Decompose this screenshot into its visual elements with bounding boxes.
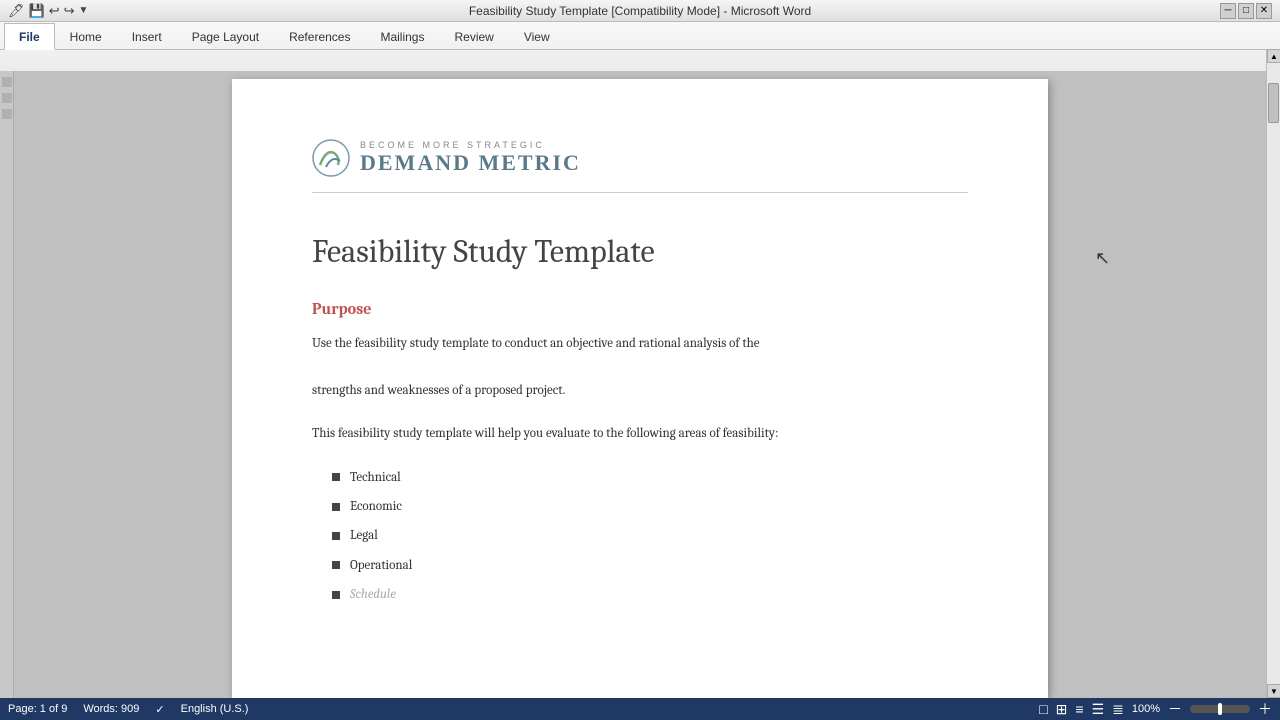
undo-icon[interactable]: ↩ <box>49 3 60 19</box>
zoom-out-icon[interactable]: － <box>1168 699 1182 719</box>
list-item-text: Legal <box>350 524 378 547</box>
tab-pagelayout[interactable]: Page Layout <box>177 23 274 50</box>
status-right: □ ⊞ ≡ ☰ ≣ 100% － ＋ <box>1039 699 1272 719</box>
list-item-text: Technical <box>350 466 401 489</box>
word-icon: 🖊 <box>8 3 25 19</box>
tab-file[interactable]: File <box>4 23 55 50</box>
logo-tagline: Become More Strategic <box>360 140 581 150</box>
minimize-button[interactable]: ─ <box>1220 3 1236 19</box>
list-item: Operational <box>332 554 968 577</box>
logo-icon <box>312 139 350 177</box>
sidebar-tool-2[interactable] <box>2 93 12 103</box>
window-controls[interactable]: ─ □ ✕ <box>1220 3 1272 19</box>
view-web-icon[interactable]: ≡ <box>1075 701 1083 717</box>
purpose-heading: Purpose <box>312 300 968 318</box>
bullet-icon <box>332 532 340 540</box>
logo-name: Demand Metric <box>360 150 581 176</box>
tab-references[interactable]: References <box>274 23 365 50</box>
sidebar-tool-3[interactable] <box>2 109 12 119</box>
logo-text: Become More Strategic Demand Metric <box>360 140 581 176</box>
status-left: Page: 1 of 9 Words: 909 ✓ English (U.S.) <box>8 703 248 716</box>
status-bar: Page: 1 of 9 Words: 909 ✓ English (U.S.)… <box>0 698 1280 720</box>
left-sidebar <box>0 71 14 698</box>
ribbon-content-area <box>0 50 1280 72</box>
redo-icon[interactable]: ↪ <box>64 3 75 19</box>
list-item: Schedule <box>332 583 968 606</box>
view-draft-icon[interactable]: ≣ <box>1112 701 1124 718</box>
document-area: Become More Strategic Demand Metric Feas… <box>14 71 1266 698</box>
word-count: Words: 909 <box>83 703 139 715</box>
spelling-icon[interactable]: ✓ <box>155 703 164 716</box>
tab-review[interactable]: Review <box>439 23 508 50</box>
scroll-down-button[interactable]: ▼ <box>1267 684 1280 698</box>
language: English (U.S.) <box>181 703 249 715</box>
bullet-icon <box>332 503 340 511</box>
zoom-percentage: 100% <box>1132 703 1160 715</box>
tab-insert[interactable]: Insert <box>117 23 177 50</box>
tab-mailings[interactable]: Mailings <box>365 23 439 50</box>
ribbon: File Home Insert Page Layout References … <box>0 22 1280 73</box>
view-print-icon[interactable]: □ <box>1039 701 1047 717</box>
ribbon-tabs: File Home Insert Page Layout References … <box>0 22 1280 50</box>
logo-area: Become More Strategic Demand Metric <box>312 139 968 193</box>
list-item-text: Operational <box>350 554 412 577</box>
scrollbar-thumb[interactable] <box>1268 83 1279 123</box>
page-info: Page: 1 of 9 <box>8 703 67 715</box>
list-item-text: Economic <box>350 495 402 518</box>
window-title: Feasibility Study Template [Compatibilit… <box>469 4 811 18</box>
document-page: Become More Strategic Demand Metric Feas… <box>232 79 1048 698</box>
close-button[interactable]: ✕ <box>1256 3 1272 19</box>
paragraph-1: Use the feasibility study template to co… <box>312 332 968 402</box>
customize-icon[interactable]: ▼ <box>79 5 89 16</box>
save-icon[interactable]: 💾 <box>29 3 45 19</box>
sidebar-tool-1[interactable] <box>2 77 12 87</box>
list-item-text: Schedule <box>350 583 396 606</box>
quick-access-toolbar[interactable]: 🖊 💾 ↩ ↪ ▼ <box>8 3 88 19</box>
document-title: Feasibility Study Template <box>312 233 968 270</box>
bullet-icon <box>332 561 340 569</box>
bullet-list: Technical Economic Legal Operational Sch… <box>312 466 968 607</box>
maximize-button[interactable]: □ <box>1238 3 1254 19</box>
tab-view[interactable]: View <box>509 23 565 50</box>
view-fullscreen-icon[interactable]: ⊞ <box>1056 701 1068 718</box>
zoom-slider[interactable] <box>1190 705 1250 713</box>
bullet-icon <box>332 473 340 481</box>
title-bar: 🖊 💾 ↩ ↪ ▼ Feasibility Study Template [Co… <box>0 0 1280 22</box>
zoom-in-icon[interactable]: ＋ <box>1258 699 1272 719</box>
scroll-up-button[interactable]: ▲ <box>1267 49 1280 63</box>
view-outline-icon[interactable]: ☰ <box>1092 701 1105 718</box>
right-scrollbar[interactable]: ▲ ▼ <box>1266 49 1280 698</box>
list-item: Economic <box>332 495 968 518</box>
bullet-icon <box>332 591 340 599</box>
list-item: Technical <box>332 466 968 489</box>
tab-home[interactable]: Home <box>55 23 117 50</box>
zoom-slider-thumb[interactable] <box>1218 703 1222 715</box>
paragraph-2: This feasibility study template will hel… <box>312 422 968 445</box>
scrollbar-track[interactable] <box>1267 63 1280 684</box>
list-item: Legal <box>332 524 968 547</box>
